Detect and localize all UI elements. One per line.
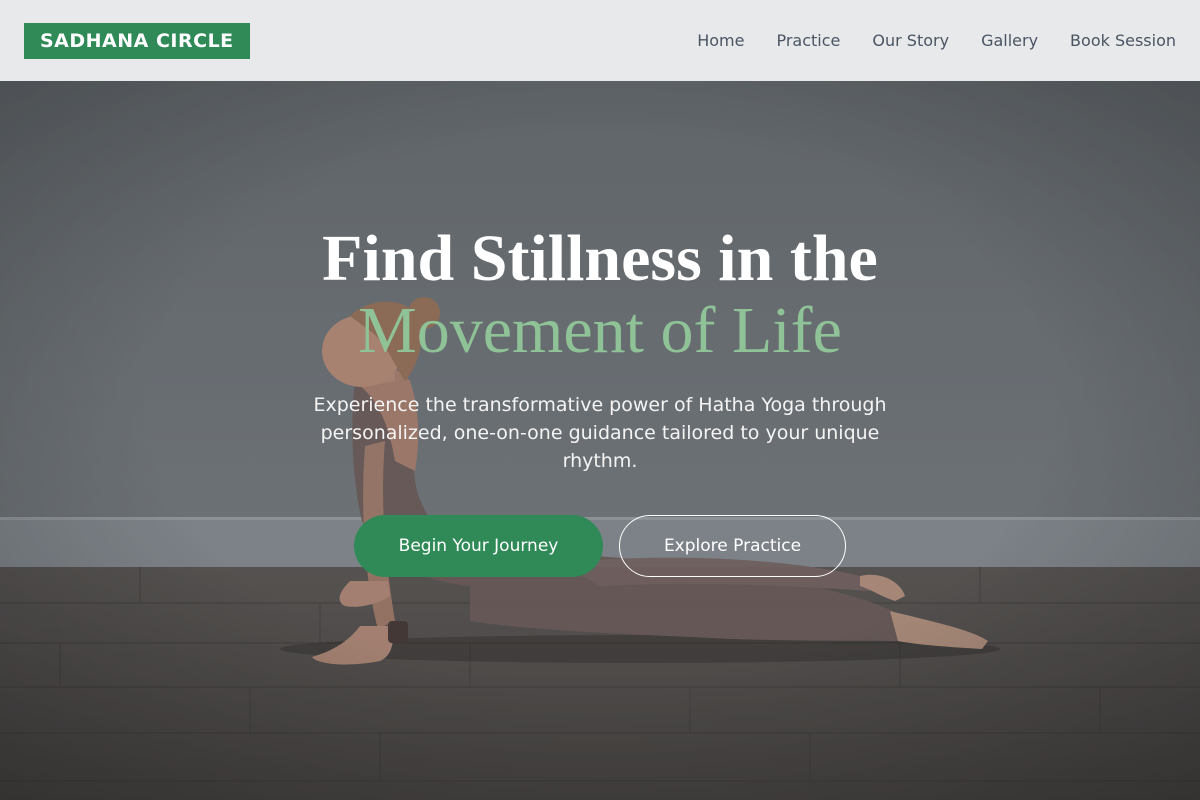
hero-section: Find Stillness in the Movement of Life E… <box>0 81 1200 800</box>
nav-gallery-link[interactable]: Gallery <box>981 31 1038 50</box>
nav-home-link[interactable]: Home <box>697 31 744 50</box>
hero-subtitle: Experience the transformative power of H… <box>313 394 887 472</box>
site-logo[interactable]: SADHANA CIRCLE <box>24 22 250 59</box>
nav-practice-link[interactable]: Practice <box>776 31 840 50</box>
explore-practice-button[interactable]: Explore Practice <box>619 515 846 577</box>
nav-book-session-link[interactable]: Book Session <box>1070 31 1176 50</box>
begin-journey-button[interactable]: Begin Your Journey <box>354 515 603 577</box>
site-header: SADHANA CIRCLE Home Practice Our Story G… <box>0 0 1200 81</box>
nav-our-story-link[interactable]: Our Story <box>872 31 949 50</box>
main-nav: Home Practice Our Story Gallery Book Ses… <box>665 31 1176 50</box>
hero-title-line2: Movement of Life <box>358 294 842 367</box>
hero-title-line1: Find Stillness in the <box>322 222 878 295</box>
hero-content: Find Stillness in the Movement of Life E… <box>0 81 1200 800</box>
